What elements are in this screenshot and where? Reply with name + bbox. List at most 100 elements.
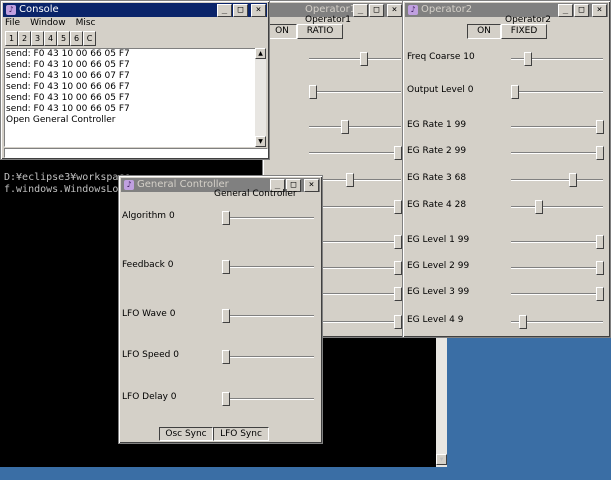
operator2-param-slider-thumb[interactable] [569, 173, 577, 187]
terminal-line: f.windows.WindowsLook [4, 184, 131, 195]
menu-misc[interactable]: Misc [76, 18, 96, 30]
log-line: send: F0 43 10 00 66 05 F7 [6, 49, 130, 59]
controller-param-slider-track [222, 356, 314, 358]
operator1-slider-5-thumb[interactable] [346, 173, 354, 187]
operator2-param-label: Output Level 0 [407, 85, 474, 95]
controller-param-slider-thumb[interactable] [222, 392, 230, 406]
channel-button-3[interactable]: 3 [31, 31, 44, 46]
operator2-param-slider-thumb[interactable] [535, 200, 543, 214]
operator2-param-slider-thumb[interactable] [596, 287, 604, 301]
controller-param-label: LFO Speed 0 [122, 350, 179, 360]
log-line: send: F0 43 10 00 66 06 F7 [6, 82, 130, 92]
channel-button-5[interactable]: 5 [57, 31, 70, 46]
log-line: send: F0 43 10 00 66 07 F7 [6, 71, 130, 81]
operator2-param-label: EG Level 2 99 [407, 261, 470, 271]
channel-button-1[interactable]: 1 [5, 31, 18, 46]
operator2-param-label: EG Rate 2 99 [407, 146, 467, 156]
operator1-slider-6-thumb[interactable] [394, 200, 402, 214]
fixed-button[interactable]: FIXED [501, 24, 547, 39]
log-line: Open General Controller [6, 115, 116, 125]
operator2-param-slider-track [511, 206, 603, 208]
on-toggle-button[interactable]: ON [267, 24, 297, 39]
operator2-param-label: EG Rate 4 28 [407, 200, 467, 210]
operator2-param-slider-thumb[interactable] [511, 85, 519, 99]
terminal-line: D:¥eclipse3¥workspace [4, 172, 131, 183]
operator2-param-slider-thumb[interactable] [519, 315, 527, 329]
menu-window[interactable]: Window [30, 18, 66, 30]
channel-button-6[interactable]: 6 [70, 31, 83, 46]
scroll-down-arrow-icon[interactable]: ▼ [255, 136, 266, 147]
maximize-button[interactable]: □ [574, 4, 589, 17]
operator1-slider-3-track [309, 126, 401, 128]
menu-bar: File Window Misc [5, 18, 95, 30]
operator2-param-slider-track [511, 152, 603, 154]
console-input[interactable] [4, 148, 268, 158]
minimize-button[interactable]: _ [217, 4, 232, 17]
channel-button-4[interactable]: 4 [44, 31, 57, 46]
controller-param-label: Feedback 0 [122, 260, 174, 270]
operator1-slider-1-thumb[interactable] [360, 52, 368, 66]
console-window: ♪ Console _ □ × File Window Misc 123456C… [0, 0, 270, 160]
operator2-param-slider-track [511, 293, 603, 295]
close-button[interactable]: × [592, 4, 607, 17]
controller-param-label: LFO Wave 0 [122, 309, 176, 319]
operator2-param-label: EG Level 1 99 [407, 235, 470, 245]
operator2-param-slider-track [511, 126, 603, 128]
controller-heading: General Controller [214, 189, 297, 199]
operator1-slider-3-thumb[interactable] [341, 120, 349, 134]
console-log-scrollbar[interactable]: ▲ ▼ [255, 48, 266, 147]
scroll-up-arrow-icon[interactable]: ▲ [255, 48, 266, 59]
log-line: send: F0 43 10 00 66 05 F7 [6, 93, 130, 103]
operator2-param-slider-thumb[interactable] [596, 146, 604, 160]
close-button[interactable]: × [304, 179, 319, 192]
operator1-slider-2-thumb[interactable] [309, 85, 317, 99]
operator1-slider-8-thumb[interactable] [394, 261, 402, 275]
operator2-param-slider-thumb[interactable] [596, 235, 604, 249]
operator1-slider-10-thumb[interactable] [394, 315, 402, 329]
operator2-param-label: EG Rate 1 99 [407, 120, 467, 130]
controller-param-slider-thumb[interactable] [222, 260, 230, 274]
operator2-param-slider-track [511, 241, 603, 243]
menu-file[interactable]: File [5, 18, 20, 30]
minimize-button[interactable]: _ [558, 4, 573, 17]
channel-button-c[interactable]: C [83, 31, 96, 46]
general-controller-window: ♪ General Controller _ □ × General Contr… [118, 175, 323, 444]
console-titlebar[interactable]: ♪ Console _ □ × [3, 3, 267, 17]
controller-param-slider-track [222, 217, 314, 219]
controller-param-label: LFO Delay 0 [122, 392, 177, 402]
operator2-param-label: EG Level 4 9 [407, 315, 464, 325]
operator2-param-slider-thumb[interactable] [596, 120, 604, 134]
operator1-slider-9-thumb[interactable] [394, 287, 402, 301]
operator1-slider-7-thumb[interactable] [394, 235, 402, 249]
maximize-button[interactable]: □ [369, 4, 384, 17]
operator2-param-label: EG Level 3 99 [407, 287, 470, 297]
osc-sync-button[interactable]: Osc Sync [159, 427, 213, 441]
close-button[interactable]: × [251, 4, 266, 17]
operator2-param-slider-track [511, 267, 603, 269]
operator2-param-slider-track [511, 91, 603, 93]
operator2-param-label: Freq Coarse 10 [407, 52, 475, 62]
operator1-slider-4-thumb[interactable] [394, 146, 402, 160]
scroll-down-arrow-icon[interactable]: ▼ [436, 454, 447, 465]
app-icon: ♪ [6, 5, 16, 15]
maximize-button[interactable]: □ [233, 4, 248, 17]
operator1-slider-1-track [309, 58, 401, 60]
controller-param-slider-track [222, 266, 314, 268]
controller-param-slider-thumb[interactable] [222, 211, 230, 225]
log-line: send: F0 43 10 00 66 05 F7 [6, 60, 130, 70]
operator2-param-slider-track [511, 179, 603, 181]
operator2-param-slider-thumb[interactable] [596, 261, 604, 275]
operator2-param-slider-thumb[interactable] [524, 52, 532, 66]
console-log: send: F0 43 10 00 66 05 F7 send: F0 43 10… [4, 48, 257, 147]
controller-param-slider-thumb[interactable] [222, 309, 230, 323]
minimize-button[interactable]: _ [353, 4, 368, 17]
controller-param-label: Algorithm 0 [122, 211, 175, 221]
lfo-sync-button[interactable]: LFO Sync [213, 427, 269, 441]
on-toggle-button[interactable]: ON [467, 24, 501, 39]
operator2-window: ♪ Operator2 _ □ × Operator2 ON FIXED Fre… [402, 0, 611, 338]
controller-param-slider-thumb[interactable] [222, 350, 230, 364]
close-button[interactable]: × [387, 4, 402, 17]
operator1-slider-4-track [309, 152, 401, 154]
channel-button-2[interactable]: 2 [18, 31, 31, 46]
ratio-button[interactable]: RATIO [297, 24, 343, 39]
